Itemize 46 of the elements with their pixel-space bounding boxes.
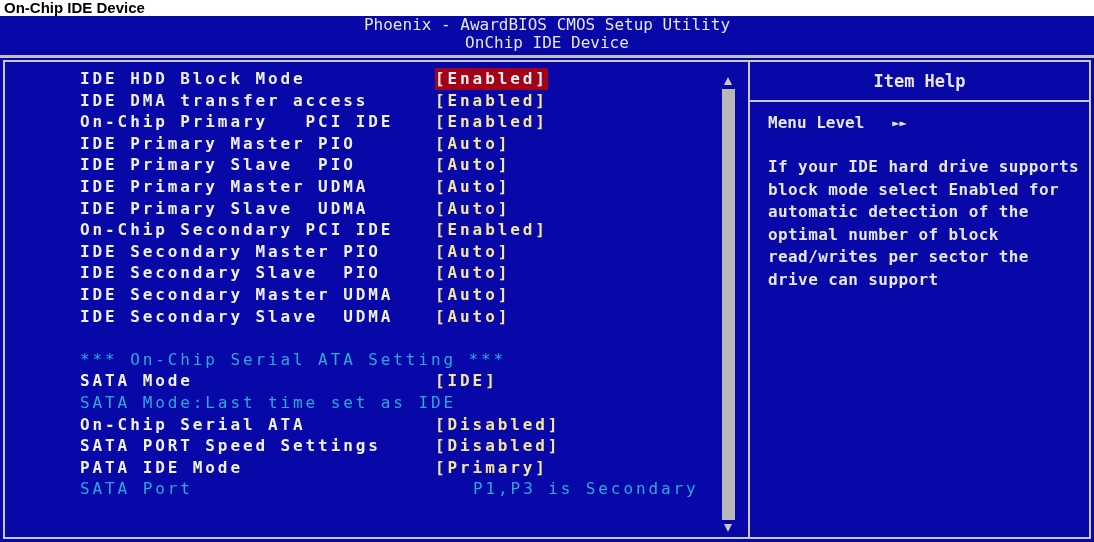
screen-title: OnChip IDE Device — [465, 34, 629, 52]
setting-label[interactable]: IDE HDD Block Mode — [80, 68, 435, 90]
setting-value[interactable]: [IDE] — [435, 370, 498, 392]
setting-value[interactable]: [Auto] — [435, 197, 511, 220]
setting-value[interactable]: [Auto] — [435, 154, 511, 176]
setting-value[interactable]: [Enabled] — [435, 89, 548, 112]
setting-value[interactable]: [Enabled] — [435, 219, 548, 241]
scroll-down-icon[interactable] — [723, 523, 733, 533]
setting-value[interactable]: [Auto] — [435, 262, 511, 284]
setting-label[interactable]: IDE DMA transfer access — [80, 89, 435, 112]
setting-label[interactable]: IDE Primary Slave UDMA — [80, 197, 435, 220]
setting-label[interactable]: SATA PORT Speed Settings — [80, 435, 435, 457]
setting-label[interactable]: IDE Secondary Slave UDMA — [80, 305, 435, 328]
setting-label[interactable]: IDE Primary Slave PIO — [80, 154, 435, 176]
section-heading: *** On-Chip Serial ATA Setting *** — [80, 348, 507, 371]
utility-title: Phoenix - AwardBIOS CMOS Setup Utility — [363, 16, 730, 34]
setting-value[interactable]: [Primary] — [435, 456, 548, 479]
setting-value[interactable]: [Auto] — [435, 283, 511, 306]
setting-value[interactable]: [Auto] — [435, 175, 511, 198]
help-text: If your IDE hard drive supports block mode select Enabled for automatic detection of the optimal number of block read/writes per sector the drive can support — [768, 156, 1081, 291]
setting-label[interactable]: On-Chip Primary PCI IDE — [80, 111, 435, 133]
setting-value[interactable]: [Enabled] — [435, 111, 548, 133]
setting-label[interactable]: IDE Secondary Master PIO — [80, 240, 435, 263]
menu-level-arrows: ►► — [892, 115, 907, 132]
setting-value[interactable]: [Auto] — [435, 132, 511, 155]
setting-label[interactable]: IDE Secondary Master UDMA — [80, 283, 435, 306]
setting-label[interactable]: IDE Secondary Slave PIO — [80, 262, 435, 284]
setting-label[interactable]: On-Chip Secondary PCI IDE — [80, 219, 435, 241]
setting-label[interactable]: SATA Mode — [80, 370, 435, 392]
setting-label[interactable]: IDE Primary Master PIO — [80, 132, 435, 155]
setting-value[interactable]: [Disabled] — [435, 413, 561, 436]
setting-value[interactable]: [Enabled] — [435, 68, 548, 90]
menu-level-label: Menu Level — [768, 112, 865, 134]
scrollbar-track[interactable] — [721, 89, 735, 520]
page-title: On-Chip IDE Device — [3, 0, 146, 16]
info-value: P1,P3 is Secondary — [472, 478, 699, 500]
setting-label[interactable]: IDE Primary Master UDMA — [80, 175, 435, 198]
setting-value[interactable]: [Disabled] — [435, 435, 561, 457]
setting-label[interactable]: On-Chip Serial ATA — [80, 413, 435, 436]
setting-value[interactable]: [Auto] — [435, 305, 511, 328]
info-label: SATA Port — [80, 478, 194, 500]
setting-value[interactable]: [Auto] — [435, 240, 511, 263]
help-title: Item Help — [750, 62, 1089, 102]
setting-label[interactable]: PATA IDE Mode — [80, 456, 435, 479]
scroll-up-icon[interactable] — [723, 76, 733, 86]
status-note: SATA Mode:Last time set as IDE — [80, 391, 456, 414]
